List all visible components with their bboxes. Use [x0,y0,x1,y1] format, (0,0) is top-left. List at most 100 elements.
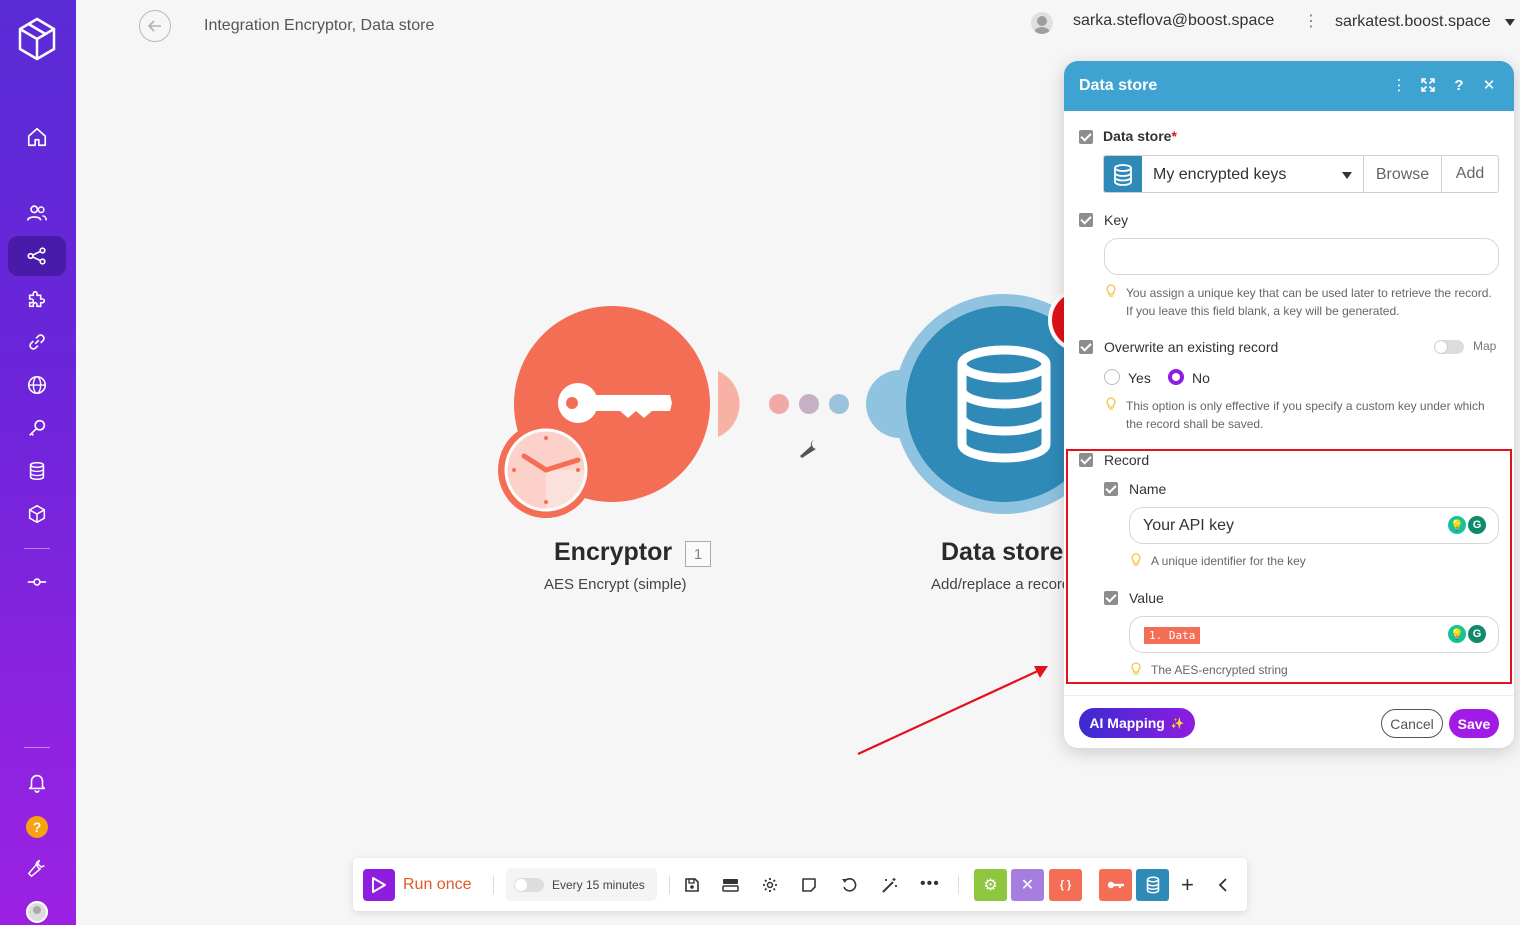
datastore-module[interactable] [866,288,1080,514]
link-icon [29,334,45,350]
toolbar-divider [669,876,670,894]
overwrite-yes-radio[interactable] [1104,369,1120,385]
overwrite-no-radio[interactable] [1168,369,1184,385]
overwrite-checkbox[interactable] [1079,340,1093,354]
encryptor-module-subtitle: AES Encrypt (simple) [544,576,687,593]
sidebar-divider [24,747,50,748]
wrench-icon [28,859,45,877]
sidebar-item-devices[interactable] [8,562,66,602]
overwrite-yes-label: Yes [1128,370,1151,386]
help-question-icon[interactable]: ? [1448,74,1470,96]
run-once-play-button[interactable] [363,869,395,901]
mapped-variable-pill[interactable]: 1. Data [1144,627,1201,644]
sidebar-item-connections[interactable] [8,322,66,362]
profile-avatar [26,901,48,923]
overwrite-hint: This option is only effective if you spe… [1126,399,1485,431]
datastore-app-button[interactable] [1136,869,1169,901]
brackets-icon: { } [1059,879,1072,891]
grammarly-widget[interactable]: 💡 G [1448,516,1486,534]
module-id-badge: 1 [685,541,711,567]
save-scenario-icon[interactable] [684,877,700,893]
save-button[interactable]: Save [1449,709,1499,738]
map-toggle[interactable] [1434,340,1464,354]
sidebar-item-tools[interactable] [8,848,66,888]
sidebar-item-webhooks[interactable] [8,365,66,405]
encryptor-app-button[interactable] [1099,869,1132,901]
gear-icon[interactable] [762,877,778,893]
record-value-checkbox[interactable] [1104,591,1118,605]
scheduling-icon[interactable] [722,877,739,893]
chevron-left-icon[interactable] [1217,877,1229,893]
database-icon [29,461,45,481]
boost-space-logo[interactable] [16,16,58,62]
sidebar-item-keys[interactable] [8,408,66,448]
kebab-menu-icon[interactable]: ⋮ [1388,74,1410,96]
add-module-plus-icon[interactable]: + [1181,872,1194,898]
key-input[interactable] [1104,238,1499,275]
back-button[interactable] [139,10,171,42]
bell-icon [28,774,46,793]
key-hint: You assign a unique key that can be used… [1126,286,1492,318]
datastore-app-icon [1104,156,1142,192]
record-checkbox[interactable] [1079,453,1093,467]
sidebar-item-datastructures[interactable] [8,494,66,534]
user-avatar[interactable] [1031,12,1053,34]
sidebar-item-scenarios[interactable] [8,236,66,276]
overwrite-label: Overwrite an existing record [1104,339,1279,355]
key-checkbox[interactable] [1079,213,1093,227]
record-name-checkbox[interactable] [1104,482,1118,496]
cancel-button[interactable]: Cancel [1381,709,1443,738]
sidebar-item-profile[interactable] [8,892,66,925]
sidebar-item-notifications[interactable] [8,762,66,802]
lightbulb-icon [1106,397,1116,410]
tools-app-button[interactable]: ⚙ [974,869,1007,901]
schedule-control[interactable]: Every 15 minutes [506,868,657,901]
toolbar-divider [493,876,494,894]
encryptor-module-title: Encryptor [554,538,673,566]
datastore-label: Data store* [1103,128,1177,144]
close-icon[interactable]: ✕ [1478,74,1500,96]
sidebar-item-datastores[interactable] [8,451,66,491]
cube-icon [28,504,46,524]
notes-icon[interactable] [801,877,817,893]
route-settings-wrench-icon[interactable] [800,440,816,458]
datastore-module-subtitle: Add/replace a record [931,576,1064,593]
required-mark: * [1171,128,1177,144]
magic-wand-icon[interactable] [881,877,898,893]
sidebar-item-apps[interactable] [8,279,66,319]
sidebar-item-team[interactable] [8,193,66,233]
sidebar-item-home[interactable] [8,117,66,157]
key-icon [29,419,46,436]
encryptor-module[interactable] [498,306,740,518]
add-datastore-button[interactable]: Add [1442,156,1498,192]
text-parser-app-button[interactable]: { } [1049,869,1082,901]
more-options-icon[interactable]: ••• [920,875,940,893]
caret-down-icon[interactable] [1505,19,1515,26]
ai-mapping-button[interactable]: AI Mapping ✨ [1079,708,1195,738]
key-icon [1107,881,1124,889]
gear-icon: ⚙ [983,877,998,894]
flow-control-app-button[interactable]: ✕ [1011,869,1044,901]
undo-icon[interactable] [841,877,857,893]
datastore-select[interactable]: My encrypted keys [1142,156,1364,192]
module-connection[interactable] [769,394,849,414]
record-name-hint: A unique identifier for the key [1151,554,1306,568]
user-email[interactable]: sarka.steflova@boost.space [1073,12,1274,30]
record-value-input[interactable]: 1. Data 💡 G [1129,616,1499,653]
sidebar: ? [0,0,76,925]
help-icon: ? [26,816,48,838]
record-value-label: Value [1129,590,1164,606]
grammarly-bulb-icon: 💡 [1448,625,1466,643]
grammarly-widget[interactable]: 💡 G [1448,625,1486,643]
org-switcher[interactable]: sarkatest.boost.space [1335,13,1491,31]
user-menu-kebab-icon[interactable]: ⋮ [1303,11,1319,31]
commit-icon [27,578,47,586]
record-name-input[interactable]: Your API key 💡 G [1129,507,1499,544]
datastore-checkbox[interactable] [1079,130,1093,144]
grammarly-icon: G [1468,625,1486,643]
expand-icon[interactable] [1417,74,1439,96]
run-once-label[interactable]: Run once [403,876,472,894]
sidebar-item-help[interactable]: ? [8,807,66,847]
schedule-toggle[interactable] [514,878,544,892]
browse-button[interactable]: Browse [1364,156,1442,192]
